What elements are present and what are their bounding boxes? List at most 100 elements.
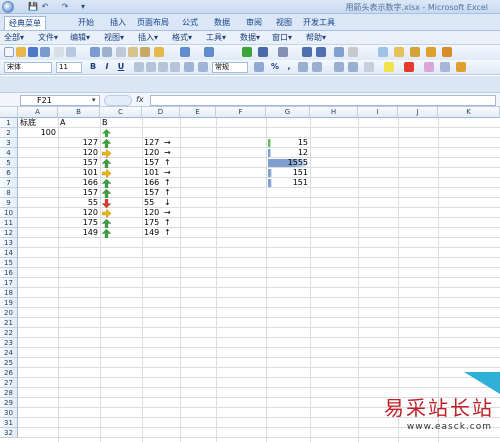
- row-header[interactable]: 1: [0, 118, 18, 128]
- column-header-j[interactable]: J: [398, 107, 438, 118]
- align-right-icon[interactable]: [158, 62, 168, 72]
- font-color-icon[interactable]: [404, 62, 414, 72]
- row-header[interactable]: 16: [0, 268, 18, 278]
- menu-view[interactable]: 视图▾: [104, 32, 124, 44]
- column-header-a[interactable]: A: [18, 107, 58, 118]
- tab-developer[interactable]: 开发工具: [302, 16, 336, 30]
- comma-button[interactable]: ,: [284, 62, 294, 72]
- column-header-b[interactable]: B: [58, 107, 100, 118]
- chart-icon[interactable]: [334, 47, 344, 57]
- help-icon[interactable]: [394, 47, 404, 57]
- hyperlink-icon[interactable]: [242, 47, 252, 57]
- align-center-icon[interactable]: [146, 62, 156, 72]
- increase-indent-icon[interactable]: [348, 62, 358, 72]
- row-header[interactable]: 15: [0, 258, 18, 268]
- row-header[interactable]: 29: [0, 398, 18, 408]
- cell-d-value[interactable]: 166: [144, 178, 159, 188]
- row-header[interactable]: 24: [0, 348, 18, 358]
- tab-page-layout[interactable]: 页面布局: [136, 16, 170, 30]
- cell-d-value[interactable]: 101: [144, 168, 159, 178]
- row-header[interactable]: 27: [0, 378, 18, 388]
- name-box-dropdown-icon[interactable]: ▾: [92, 96, 96, 104]
- cell-d-value[interactable]: 157: [144, 188, 159, 198]
- formula-input[interactable]: [150, 95, 496, 106]
- menu-format[interactable]: 格式▾: [172, 32, 192, 44]
- cell-b-value[interactable]: 55: [58, 198, 98, 208]
- number-format-select[interactable]: 常规: [212, 62, 248, 73]
- cell-d-value[interactable]: 120: [144, 208, 159, 218]
- row-header[interactable]: 18: [0, 288, 18, 298]
- row-header[interactable]: 20: [0, 308, 18, 318]
- row-header[interactable]: 8: [0, 188, 18, 198]
- menu-file[interactable]: 文件▾: [38, 32, 58, 44]
- row-header[interactable]: 28: [0, 388, 18, 398]
- cut-icon[interactable]: [116, 47, 126, 57]
- cell-d-value[interactable]: 55: [144, 198, 154, 208]
- row-header[interactable]: 17: [0, 278, 18, 288]
- row-header[interactable]: 14: [0, 248, 18, 258]
- cell-options-icon[interactable]: [440, 62, 450, 72]
- function-icon[interactable]: [278, 47, 288, 57]
- permission-icon[interactable]: [40, 47, 50, 57]
- cell-b-value[interactable]: 157: [58, 188, 98, 198]
- row-header[interactable]: 6: [0, 168, 18, 178]
- row-header[interactable]: 25: [0, 358, 18, 368]
- cell-b-value[interactable]: 120: [58, 208, 98, 218]
- row-header[interactable]: 10: [0, 208, 18, 218]
- menu-help[interactable]: 帮助▾: [306, 32, 326, 44]
- copy-icon[interactable]: [128, 47, 138, 57]
- paste-icon[interactable]: [140, 47, 150, 57]
- folder-icon[interactable]: [410, 47, 420, 57]
- zoom-icon[interactable]: [378, 47, 388, 57]
- row-header[interactable]: 32: [0, 428, 18, 438]
- cell-d-value[interactable]: 175: [144, 218, 159, 228]
- cell-b-value[interactable]: 157: [58, 158, 98, 168]
- wrap-text-icon[interactable]: [198, 62, 208, 72]
- column-header-e[interactable]: E: [180, 107, 216, 118]
- row-header[interactable]: 3: [0, 138, 18, 148]
- cell-d-value[interactable]: 120: [144, 148, 159, 158]
- percent-button[interactable]: %: [270, 62, 280, 72]
- new-icon[interactable]: [4, 47, 14, 57]
- row-header[interactable]: 11: [0, 218, 18, 228]
- research-icon[interactable]: [102, 47, 112, 57]
- more-options-icon[interactable]: [456, 62, 466, 72]
- row-header[interactable]: 2: [0, 128, 18, 138]
- menu-data[interactable]: 数据▾: [240, 32, 260, 44]
- currency-icon[interactable]: [254, 62, 264, 72]
- cell-g-value[interactable]: 151: [266, 178, 308, 188]
- redo-icon[interactable]: [204, 47, 214, 57]
- cell-b-value[interactable]: 120: [58, 148, 98, 158]
- font-name-select[interactable]: 宋体: [4, 62, 52, 73]
- fill-color-icon[interactable]: [384, 62, 394, 72]
- cell-b-value[interactable]: 166: [58, 178, 98, 188]
- extra-icon[interactable]: [442, 47, 452, 57]
- cell-b-value[interactable]: 149: [58, 228, 98, 238]
- italic-button[interactable]: I: [102, 62, 112, 72]
- undo-icon[interactable]: [180, 47, 190, 57]
- column-header-k[interactable]: K: [438, 107, 500, 118]
- name-box[interactable]: F21: [20, 95, 100, 106]
- align-left-icon[interactable]: [134, 62, 144, 72]
- column-header-h[interactable]: H: [310, 107, 358, 118]
- tab-formulas[interactable]: 公式: [178, 16, 202, 30]
- row-header[interactable]: 7: [0, 178, 18, 188]
- cell-g-value[interactable]: 12: [266, 148, 308, 158]
- row-header[interactable]: 22: [0, 328, 18, 338]
- print-preview-icon[interactable]: [66, 47, 76, 57]
- cell-b-value[interactable]: 127: [58, 138, 98, 148]
- row-header[interactable]: 9: [0, 198, 18, 208]
- drawing-icon[interactable]: [348, 47, 358, 57]
- tab-classic-menu[interactable]: 经典菜单: [4, 16, 46, 30]
- row-header[interactable]: 12: [0, 228, 18, 238]
- menu-all[interactable]: 全部▾: [4, 32, 24, 44]
- insert-function-button[interactable]: fx: [136, 95, 144, 104]
- tab-data[interactable]: 数据: [210, 16, 234, 30]
- sort-descending-icon[interactable]: [316, 47, 326, 57]
- autosum-icon[interactable]: [258, 47, 268, 57]
- row-header[interactable]: 21: [0, 318, 18, 328]
- cell-b-value[interactable]: 175: [58, 218, 98, 228]
- select-all-corner[interactable]: [0, 107, 18, 118]
- cell-d-value[interactable]: 157: [144, 158, 159, 168]
- decrease-indent-icon[interactable]: [334, 62, 344, 72]
